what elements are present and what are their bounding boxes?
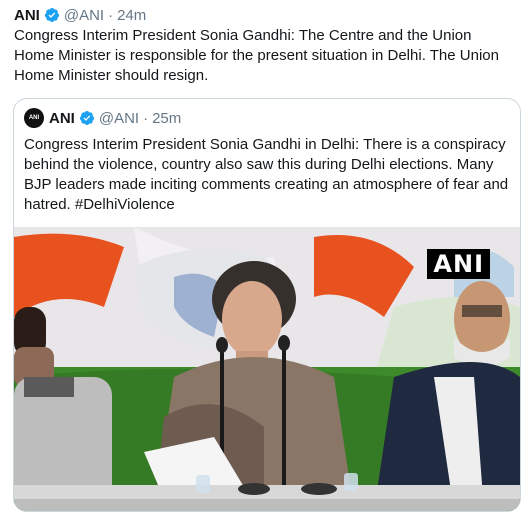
verified-badge-icon (44, 8, 59, 22)
avatar[interactable]: ANI (24, 108, 44, 128)
verified-badge-icon (79, 111, 94, 125)
timestamp[interactable]: 24m (117, 7, 146, 24)
quoted-tweet-header: ANI ANI @ANI · 25m (24, 107, 181, 129)
quoted-tweet-text: Congress Interim President Sonia Gandhi … (24, 135, 514, 215)
quoted-tweet[interactable]: ANI ANI @ANI · 25m Congress Interim Pres… (13, 98, 521, 512)
separator-dot: · (108, 6, 114, 24)
quoted-timestamp[interactable]: 25m (152, 110, 181, 127)
hashtag-link[interactable]: #DelhiViolence (75, 196, 175, 213)
media-photo[interactable]: ANI (14, 227, 520, 511)
author-name[interactable]: ANI (14, 7, 40, 24)
tweet-text: Congress Interim President Sonia Gandhi:… (14, 27, 499, 84)
ani-watermark: ANI (427, 249, 490, 279)
tweet-header: ANI @ANI · 24m (14, 4, 146, 26)
author-handle[interactable]: @ANI (64, 7, 104, 24)
tweet[interactable]: ANI @ANI · 24m Congress Interim Presiden… (0, 0, 526, 517)
separator-dot: · (143, 109, 149, 127)
quoted-author-handle[interactable]: @ANI (99, 110, 139, 127)
quoted-author-name[interactable]: ANI (49, 110, 75, 127)
